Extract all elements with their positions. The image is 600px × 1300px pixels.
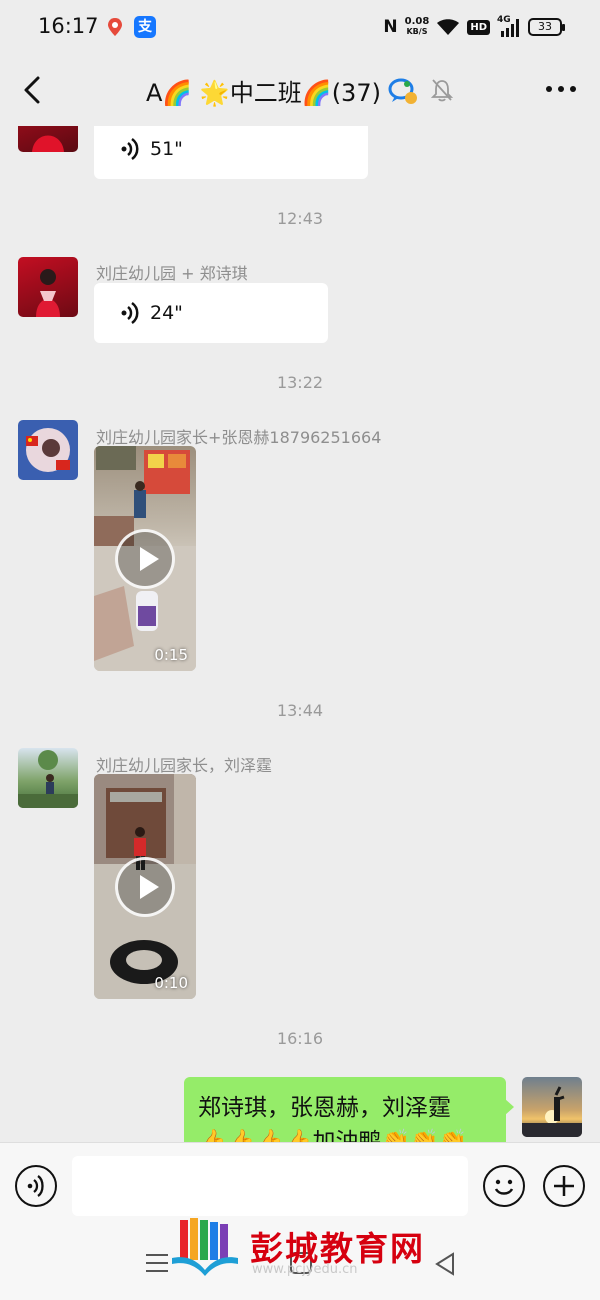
play-icon[interactable] xyxy=(115,529,175,589)
message-list[interactable]: 51" 12:43 刘庄幼儿园 + 郑诗琪 24" 13:22 刘庄幼儿园家长+… xyxy=(0,126,600,1142)
video-duration: 0:15 xyxy=(154,646,188,664)
map-pin-icon xyxy=(108,18,122,36)
status-bar: 16:17 支 N 0.08 KB/S HD 4G 33 xyxy=(0,0,600,56)
message-text-line: 郑诗琪，张恩赫，刘泽霆 xyxy=(198,1095,451,1121)
avatar[interactable] xyxy=(18,748,78,808)
more-dot xyxy=(558,86,564,92)
voice-duration: 24" xyxy=(150,302,183,324)
voice-wave-icon xyxy=(121,137,139,161)
watermark-url: www.pcjyedu.cn xyxy=(252,1262,358,1277)
alipay-icon: 支 xyxy=(134,16,156,38)
speed-value: 0.08 xyxy=(404,16,430,27)
voice-wave-icon xyxy=(27,1175,44,1197)
timestamp: 16:16 xyxy=(276,1029,324,1048)
nfc-icon: N xyxy=(383,17,398,37)
voice-duration: 51" xyxy=(150,138,183,160)
chat-header: A🌈 🌟中二班🌈(37) xyxy=(0,56,600,126)
timestamp: 12:43 xyxy=(276,209,324,228)
video-message[interactable]: 0:10 xyxy=(94,774,196,999)
timestamp: 13:44 xyxy=(276,701,324,720)
avatar[interactable] xyxy=(18,257,78,317)
wifi-icon xyxy=(437,19,460,35)
avatar[interactable] xyxy=(18,420,78,480)
voice-input-button[interactable] xyxy=(15,1165,57,1207)
more-options-button[interactable] xyxy=(546,86,576,92)
status-indicators: N 0.08 KB/S HD 4G 33 xyxy=(383,14,565,40)
my-avatar[interactable] xyxy=(522,1077,582,1137)
status-time: 16:17 xyxy=(38,14,99,38)
book-logo-icon xyxy=(172,1218,238,1276)
network-speed: 0.08 KB/S xyxy=(405,17,430,37)
battery-icon: 33 xyxy=(528,18,565,36)
timestamp: 13:22 xyxy=(276,373,324,392)
group-chat-icon xyxy=(388,78,417,104)
bell-muted-icon xyxy=(431,79,453,102)
menu-line xyxy=(146,1254,168,1256)
smiley-icon xyxy=(494,1179,514,1195)
sender-name: 刘庄幼儿园家长，刘泽霆 xyxy=(96,756,273,775)
avatar[interactable] xyxy=(18,126,78,152)
voice-message[interactable]: 24" xyxy=(94,283,328,343)
cellular-indicator: 4G xyxy=(497,15,521,37)
voice-wave-icon xyxy=(121,301,139,325)
group-title: A🌈 🌟中二班🌈(37) xyxy=(146,73,419,108)
video-message[interactable]: 0:15 xyxy=(94,446,196,671)
back-arrow-icon[interactable] xyxy=(14,70,50,110)
signal-icon xyxy=(501,19,519,37)
sender-name: 刘庄幼儿园 + 郑诗琪 xyxy=(96,264,248,283)
video-duration: 0:10 xyxy=(154,974,188,992)
plus-icon xyxy=(554,1176,574,1196)
more-functions-button[interactable] xyxy=(543,1165,585,1207)
group-name: A🌈 🌟中二班🌈(37) xyxy=(146,79,381,107)
hd-badge: HD xyxy=(467,19,490,35)
more-dot xyxy=(570,86,576,92)
message-text-line: 👍👍👍👍加油鸭👏👏👏 xyxy=(198,1129,468,1142)
menu-line xyxy=(146,1262,168,1264)
message-input[interactable] xyxy=(72,1156,468,1216)
menu-line xyxy=(146,1270,168,1272)
text-message-outgoing[interactable]: 郑诗琪，张恩赫，刘泽霆 👍👍👍👍加油鸭👏👏👏 xyxy=(184,1077,514,1142)
sender-name: 刘庄幼儿园家长+张恩赫18796251664 xyxy=(96,428,382,447)
play-icon[interactable] xyxy=(115,857,175,917)
emoji-button[interactable] xyxy=(483,1165,525,1207)
watermark: 彭城教育网 www.pcjyedu.cn xyxy=(170,1218,440,1282)
voice-message[interactable]: 51" xyxy=(94,126,368,179)
recents-button[interactable] xyxy=(146,1254,168,1278)
speed-unit: KB/S xyxy=(406,27,428,36)
more-dot xyxy=(546,86,552,92)
